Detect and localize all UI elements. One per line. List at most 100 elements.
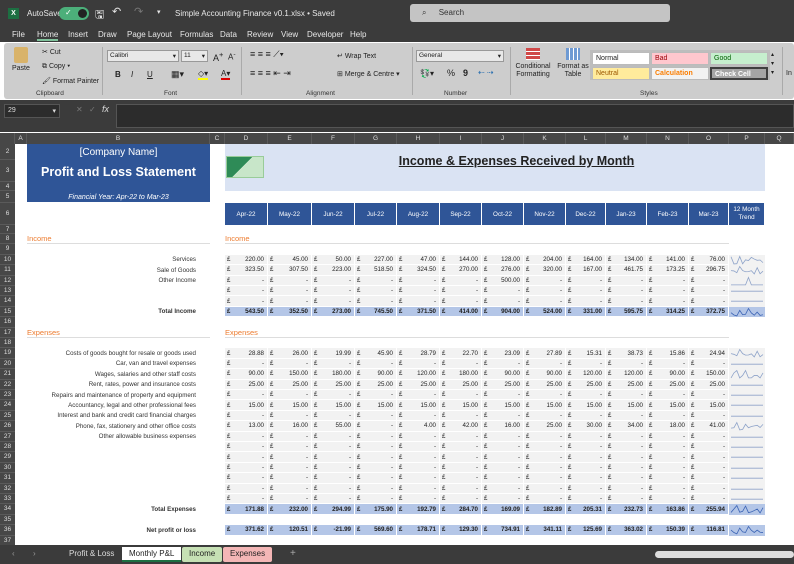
expense-row-cell[interactable]: £- — [482, 442, 524, 452]
expense-row-cell[interactable]: £41.00 — [689, 421, 729, 431]
menu-formulas[interactable]: Formulas — [180, 30, 213, 39]
expense-row-cell[interactable]: £- — [355, 390, 397, 400]
income-row-cell[interactable]: £- — [312, 296, 355, 306]
expense-row-cell[interactable]: £180.00 — [440, 369, 482, 379]
total-income-cell[interactable]: £543.50 — [225, 307, 268, 317]
net-profit-cell[interactable]: £-21.99 — [312, 525, 355, 535]
income-row-cell[interactable]: £- — [355, 296, 397, 306]
expense-row-cell[interactable]: £34.00 — [606, 421, 647, 431]
row-header[interactable]: 27 — [0, 432, 15, 442]
expense-row-cell[interactable]: £25.00 — [482, 380, 524, 390]
conditional-formatting-button[interactable]: Conditional Formatting — [514, 48, 552, 79]
expense-row-cell[interactable]: £- — [225, 442, 268, 452]
expense-row-cell[interactable]: £- — [524, 484, 566, 494]
expense-row-cell[interactable]: £90.00 — [355, 369, 397, 379]
expense-row-cell[interactable]: £- — [312, 494, 355, 504]
income-row-cell[interactable]: £173.25 — [647, 265, 689, 275]
align-top-icon[interactable]: ≡ ≡ ≡ ⟋▾ — [250, 49, 284, 60]
income-row-cell[interactable]: £518.50 — [355, 265, 397, 275]
expense-row-cell[interactable]: £24.94 — [689, 348, 729, 358]
total-income-cell[interactable]: £352.50 — [268, 307, 312, 317]
style-good[interactable]: Good — [710, 52, 768, 65]
expense-row-cell[interactable]: £- — [482, 473, 524, 483]
expense-row-cell[interactable]: £- — [312, 359, 355, 369]
expense-row-cell[interactable]: £- — [566, 494, 606, 504]
income-row-cell[interactable]: £- — [268, 276, 312, 286]
expense-row-cell[interactable]: £- — [355, 473, 397, 483]
expense-row-cell[interactable]: £- — [566, 359, 606, 369]
expense-row-cell[interactable]: £15.00 — [355, 400, 397, 410]
row-header[interactable]: 28 — [0, 442, 15, 452]
income-row-cell[interactable]: £- — [524, 276, 566, 286]
expense-row-cell[interactable]: £25.00 — [268, 380, 312, 390]
total-income-cell[interactable]: £273.00 — [312, 307, 355, 317]
expense-row-cell[interactable]: £- — [440, 463, 482, 473]
expense-row-cell[interactable]: £- — [397, 432, 440, 442]
total-expenses-cell[interactable]: £171.88 — [225, 504, 268, 514]
row-header[interactable]: 11 — [0, 265, 15, 275]
row-header[interactable]: 34 — [0, 504, 15, 514]
row-header[interactable]: 4 — [0, 182, 15, 191]
expense-row-cell[interactable]: £- — [606, 473, 647, 483]
total-expenses-cell[interactable]: £284.70 — [440, 504, 482, 514]
currency-icon[interactable]: 💱▾ — [420, 69, 434, 78]
column-header-M[interactable]: M — [606, 133, 647, 144]
expense-row-cell[interactable]: £- — [689, 484, 729, 494]
income-row-cell[interactable]: £- — [355, 276, 397, 286]
font-color-icon[interactable]: A▾ — [221, 69, 230, 80]
expense-row-cell[interactable]: £- — [482, 494, 524, 504]
expense-row-cell[interactable]: £- — [566, 411, 606, 421]
expense-row-cell[interactable]: £90.00 — [647, 369, 689, 379]
income-row-cell[interactable]: £276.00 — [482, 265, 524, 275]
expense-row-cell[interactable]: £- — [397, 484, 440, 494]
expense-row-cell[interactable]: £- — [647, 494, 689, 504]
expense-row-cell[interactable]: £- — [397, 463, 440, 473]
total-expenses-cell[interactable]: £169.09 — [482, 504, 524, 514]
income-row-cell[interactable]: £134.00 — [606, 255, 647, 265]
expense-row-cell[interactable]: £4.00 — [397, 421, 440, 431]
copy-button[interactable]: ⧉ Copy ▾ — [42, 63, 70, 71]
expense-row-cell[interactable]: £25.00 — [606, 380, 647, 390]
expense-row-cell[interactable]: £- — [268, 411, 312, 421]
style-bad[interactable]: Bad — [651, 52, 709, 65]
expense-row-cell[interactable]: £- — [355, 452, 397, 462]
horizontal-scrollbar[interactable] — [655, 551, 794, 558]
income-row-cell[interactable]: £- — [225, 286, 268, 296]
income-row-cell[interactable]: £164.00 — [566, 255, 606, 265]
expense-row-cell[interactable]: £15.86 — [647, 348, 689, 358]
menu-review[interactable]: Review — [247, 30, 273, 39]
income-row-cell[interactable]: £- — [606, 296, 647, 306]
net-profit-cell[interactable]: £371.62 — [225, 525, 268, 535]
expense-row-cell[interactable]: £- — [225, 463, 268, 473]
add-sheet-icon[interactable]: + — [290, 548, 296, 559]
income-row-cell[interactable]: £- — [689, 276, 729, 286]
paste-button[interactable]: Paste — [12, 47, 30, 72]
name-box[interactable]: 29▾ — [4, 104, 60, 118]
percent-button[interactable]: % — [447, 68, 455, 78]
expense-row-cell[interactable]: £- — [312, 463, 355, 473]
file-title[interactable]: Simple Accounting Finance v0.1.xlsx • Sa… — [175, 9, 335, 18]
income-row-cell[interactable]: £- — [689, 286, 729, 296]
row-header[interactable]: 23 — [0, 390, 15, 400]
insert-function-icon[interactable]: fx — [102, 104, 109, 114]
income-row-cell[interactable]: £- — [606, 286, 647, 296]
income-row-cell[interactable]: £- — [440, 286, 482, 296]
column-header-E[interactable]: E — [268, 133, 312, 144]
row-header[interactable]: 10 — [0, 255, 15, 265]
income-row-cell[interactable]: £- — [225, 296, 268, 306]
expense-row-cell[interactable]: £26.00 — [268, 348, 312, 358]
expense-row-cell[interactable]: £28.88 — [225, 348, 268, 358]
expense-row-cell[interactable]: £15.00 — [606, 400, 647, 410]
net-profit-cell[interactable]: £150.39 — [647, 525, 689, 535]
income-row-cell[interactable]: £- — [482, 286, 524, 296]
expense-row-cell[interactable]: £25.00 — [524, 380, 566, 390]
income-row-cell[interactable]: £- — [566, 286, 606, 296]
income-row-cell[interactable]: £45.00 — [268, 255, 312, 265]
style-neutral[interactable]: Neutral — [592, 67, 650, 80]
total-income-cell[interactable]: £314.25 — [647, 307, 689, 317]
row-header[interactable]: 24 — [0, 400, 15, 410]
expense-row-cell[interactable]: £- — [606, 494, 647, 504]
borders-icon[interactable]: ▦▾ — [171, 69, 184, 80]
income-row-cell[interactable]: £- — [689, 296, 729, 306]
expense-row-cell[interactable]: £- — [606, 463, 647, 473]
